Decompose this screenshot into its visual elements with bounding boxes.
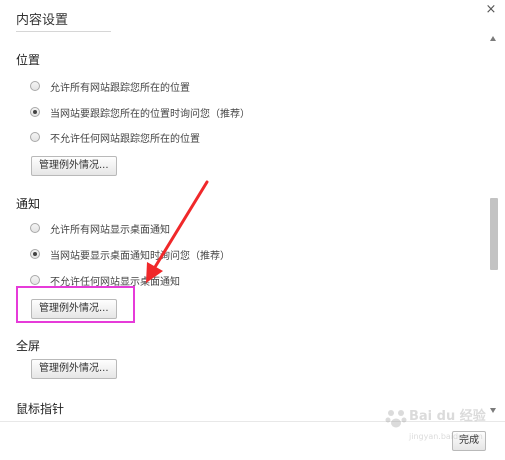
watermark-url: jingyan.baidu.com	[409, 432, 483, 441]
watermark: Bai du 经验 jingyan.baidu.com	[383, 405, 493, 445]
content-settings-dialog: 内容设置 × 位置 允许所有网站跟踪您所在的位置 当网站要跟踪您所在的位置时询问…	[0, 0, 505, 460]
watermark-text: Bai du 经验	[409, 409, 486, 424]
paw-logo-icon	[385, 410, 407, 428]
annotation-arrow-icon	[146, 180, 209, 283]
